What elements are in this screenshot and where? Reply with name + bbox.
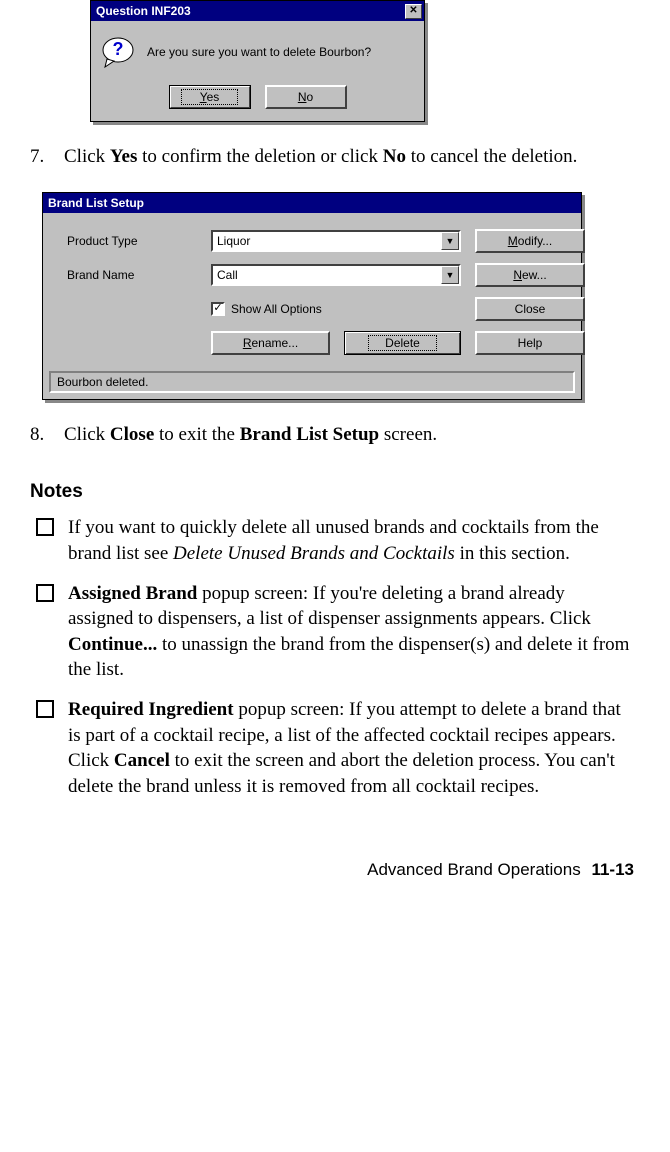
note-text: Assigned Brand popup screen: If you're d… <box>68 581 640 684</box>
bullet-box-icon <box>36 700 54 718</box>
yes-button[interactable]: Yes <box>169 85 251 109</box>
dialog-titlebar: Question INF203 ✕ <box>91 1 424 21</box>
note-text: If you want to quickly delete all unused… <box>68 515 640 566</box>
close-button[interactable]: Close <box>475 297 585 321</box>
brand-list-setup-dialog: Brand List Setup Product Type Liquor ▼ M… <box>42 192 582 400</box>
step-text: Click Close to exit the Brand List Setup… <box>64 422 640 448</box>
dialog-title: Brand List Setup <box>48 196 579 210</box>
page-footer: Advanced Brand Operations 11-13 <box>30 860 640 880</box>
delete-button[interactable]: Delete <box>344 331 461 355</box>
bullet-box-icon <box>36 584 54 602</box>
notes-heading: Notes <box>30 481 640 503</box>
page-number: 11-13 <box>591 860 634 879</box>
dialog-title: Question INF203 <box>96 4 405 18</box>
help-button[interactable]: Help <box>475 331 585 355</box>
product-type-label: Product Type <box>57 234 197 248</box>
question-icon: ? <box>101 35 135 69</box>
bullet-box-icon <box>36 518 54 536</box>
brand-name-value: Call <box>213 266 441 284</box>
document-page: Question INF203 ✕ ? Are you sure you wan… <box>0 0 670 910</box>
chevron-down-icon[interactable]: ▼ <box>441 232 459 250</box>
step-7: 7. Click Yes to confirm the deletion or … <box>30 144 640 170</box>
step-8: 8. Click Close to exit the Brand List Se… <box>30 422 640 448</box>
rename-button[interactable]: Rename... <box>211 331 330 355</box>
new-button[interactable]: New... <box>475 263 585 287</box>
step-number: 8. <box>30 422 64 448</box>
no-button[interactable]: No <box>265 85 347 109</box>
modify-button[interactable]: Modify... <box>475 229 585 253</box>
step-text: Click Yes to confirm the deletion or cli… <box>64 144 640 170</box>
close-icon[interactable]: ✕ <box>405 4 422 19</box>
product-type-dropdown[interactable]: Liquor ▼ <box>211 230 461 252</box>
step-number: 7. <box>30 144 64 170</box>
brand-name-dropdown[interactable]: Call ▼ <box>211 264 461 286</box>
dialog-body: ? Are you sure you want to delete Bourbo… <box>91 21 424 121</box>
product-type-value: Liquor <box>213 232 441 250</box>
dialog-message: Are you sure you want to delete Bourbon? <box>147 45 371 59</box>
status-bar: Bourbon deleted. <box>49 371 575 393</box>
note-item: If you want to quickly delete all unused… <box>30 515 640 566</box>
brand-name-label: Brand Name <box>57 268 197 282</box>
note-item: Required Ingredient popup screen: If you… <box>30 697 640 800</box>
footer-section: Advanced Brand Operations <box>367 860 581 879</box>
checkbox-icon: ✓ <box>211 302 225 316</box>
note-text: Required Ingredient popup screen: If you… <box>68 697 640 800</box>
chevron-down-icon[interactable]: ▼ <box>441 266 459 284</box>
checkbox-label: Show All Options <box>231 302 322 316</box>
show-all-options-checkbox[interactable]: ✓ Show All Options <box>211 302 461 316</box>
dialog-titlebar: Brand List Setup <box>43 193 581 213</box>
question-dialog: Question INF203 ✕ ? Are you sure you wan… <box>90 0 425 122</box>
svg-text:?: ? <box>113 39 124 59</box>
note-item: Assigned Brand popup screen: If you're d… <box>30 581 640 684</box>
